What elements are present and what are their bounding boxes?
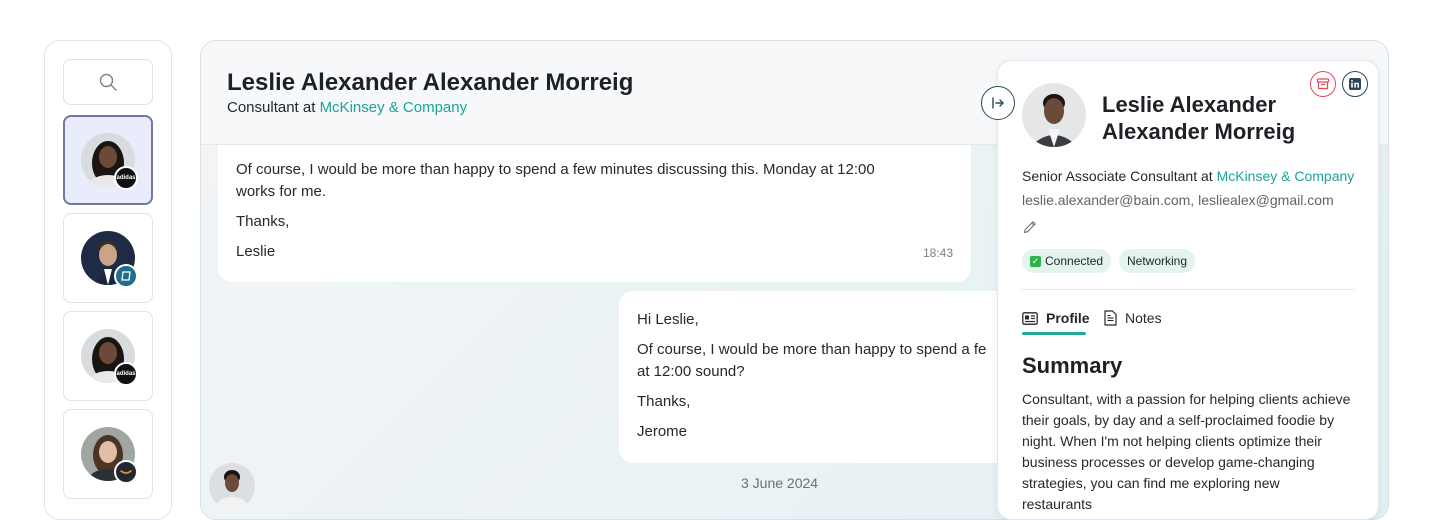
linkedin-icon <box>1349 78 1361 90</box>
active-tab-indicator <box>1022 332 1086 335</box>
profile-emails: leslie.alexander@bain.com, lesliealex@gm… <box>1022 192 1334 208</box>
date-separator: 3 June 2024 <box>741 475 819 491</box>
arrow-right-to-line-icon <box>992 97 1004 109</box>
tag-connected[interactable]: ✓ Connected <box>1022 249 1112 273</box>
profile-role: Senior Associate Consultant at McKinsey … <box>1022 168 1355 184</box>
message-line: Leslie <box>236 243 276 260</box>
tab-profile[interactable]: Profile <box>1022 310 1090 326</box>
collapse-panel-button[interactable] <box>981 86 1015 120</box>
message-line: Hi Leslie, <box>637 311 699 328</box>
tab-notes[interactable]: Notes <box>1104 310 1162 326</box>
archive-button[interactable] <box>1310 71 1336 97</box>
chat-title: Leslie Alexander Alexander Morreig <box>227 69 634 96</box>
search-button[interactable] <box>63 59 153 105</box>
message-bubble-incoming: Of course, I would be more than happy to… <box>218 145 971 282</box>
message-line: Thanks, <box>637 393 691 410</box>
archive-icon <box>1316 78 1330 90</box>
id-card-icon <box>1022 311 1038 325</box>
avatar <box>81 231 138 288</box>
divider <box>1022 289 1354 290</box>
avatar <box>81 427 138 493</box>
contacts-sidebar: adidas adidas <box>44 40 172 520</box>
message-line: Thanks, <box>236 213 290 230</box>
document-icon <box>1104 310 1117 326</box>
avatar <box>209 463 255 519</box>
search-icon <box>99 73 117 91</box>
summary-title: Summary <box>1022 353 1123 378</box>
contact-card-3[interactable]: adidas <box>63 311 153 401</box>
company-link[interactable]: McKinsey & Company <box>1217 168 1355 184</box>
summary-text: Consultant, with a passion for helping c… <box>1022 391 1351 512</box>
checkmark-icon: ✓ <box>1030 255 1041 267</box>
message-line: Of course, I would be more than happy to… <box>637 341 987 380</box>
avatar: adidas <box>81 133 138 199</box>
linkedin-button[interactable] <box>1342 71 1368 97</box>
company-badge <box>114 264 138 288</box>
profile-name: Leslie Alexander Alexander Morreig <box>1102 92 1296 144</box>
message-line: Of course, I would be more than happy to… <box>236 161 875 200</box>
message-bubble-outgoing: Hi Leslie, Of course, I would be more th… <box>619 291 1039 463</box>
company-logo-icon <box>121 271 131 281</box>
pencil-icon <box>1023 221 1036 234</box>
message-line: Jerome <box>637 423 688 440</box>
company-badge: adidas <box>114 362 138 386</box>
message-time: 18:43 <box>922 246 953 260</box>
profile-panel: Leslie Alexander Alexander Morreig Senio… <box>997 60 1379 520</box>
chat-subtitle: Consultant at McKinsey & Company <box>227 99 468 116</box>
edit-button[interactable] <box>1022 219 1038 240</box>
profile-avatar <box>1022 83 1086 147</box>
tag-networking[interactable]: Networking <box>1119 249 1196 273</box>
contact-card-4[interactable] <box>63 409 153 499</box>
contact-card-1[interactable]: adidas <box>63 115 153 205</box>
company-link[interactable]: McKinsey & Company <box>320 99 468 116</box>
amazon-logo-icon <box>120 470 132 474</box>
avatar: adidas <box>81 329 138 395</box>
company-badge: adidas <box>114 166 138 190</box>
company-badge <box>114 460 138 484</box>
contact-card-2[interactable] <box>63 213 153 303</box>
